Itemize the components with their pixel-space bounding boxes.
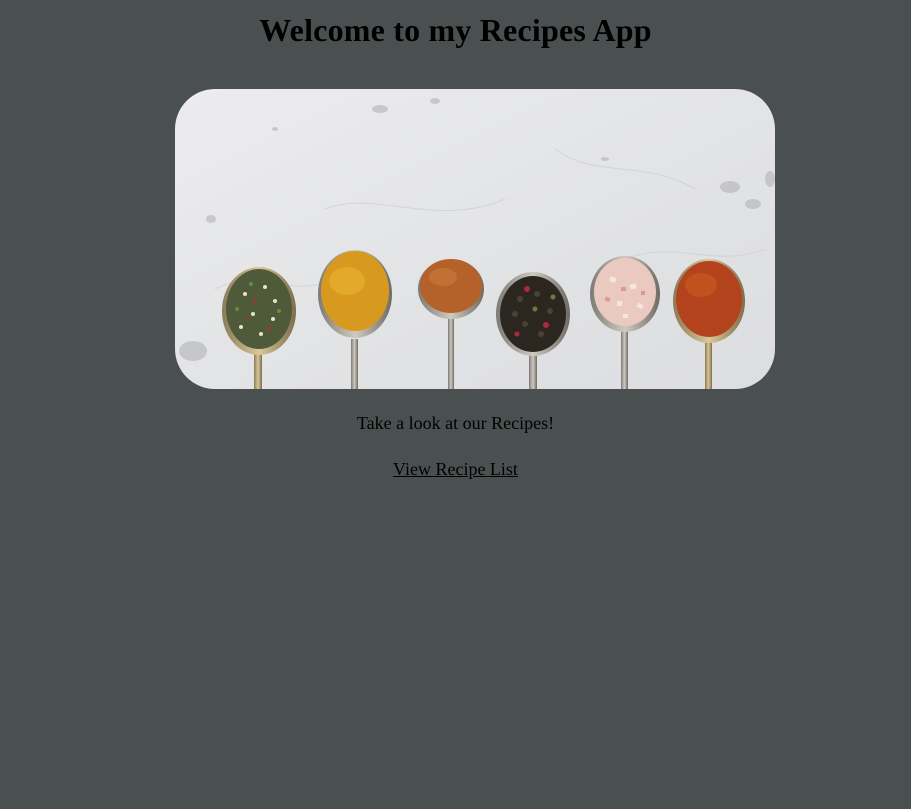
- hero-image: [175, 89, 775, 389]
- recipes-tagline: Take a look at our Recipes!: [356, 413, 555, 433]
- spice-spoons-illustration: [175, 89, 775, 389]
- view-recipe-list-link[interactable]: View Recipe List: [393, 459, 518, 479]
- page-title: Welcome to my Recipes App: [259, 12, 652, 48]
- home-page: Welcome to my Recipes App Take a look at…: [0, 0, 911, 809]
